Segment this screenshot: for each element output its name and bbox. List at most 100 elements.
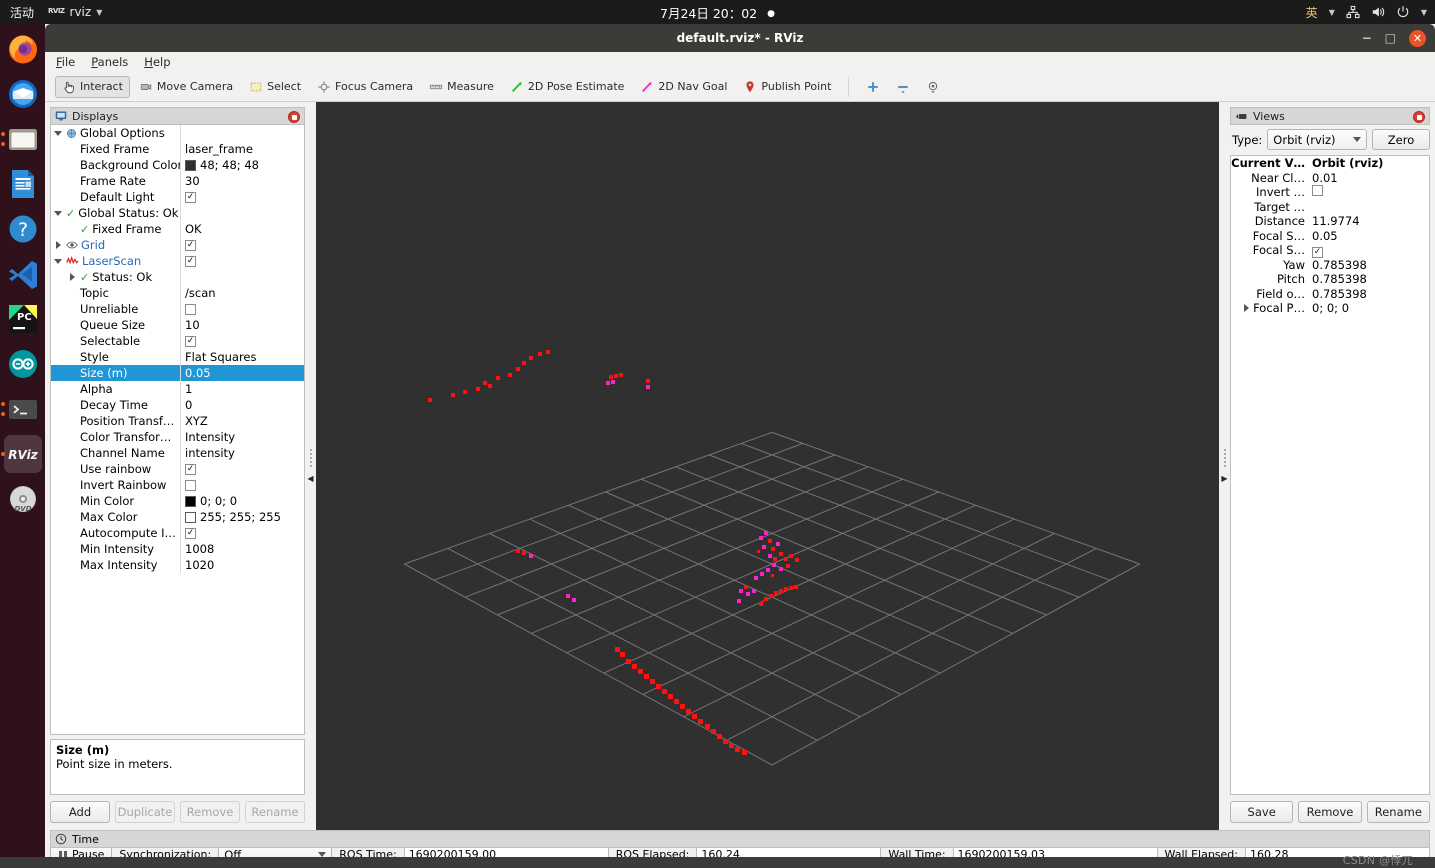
row-value-cell[interactable]: ✓ [181,464,304,475]
sync-select[interactable]: Off [218,848,332,857]
ros-time-field[interactable]: 1690200159.00 [404,848,609,857]
tool-2d-nav-goal[interactable]: 2D Nav Goal [633,76,734,98]
row-value-cell[interactable]: XYZ [181,414,304,428]
row-value-cell[interactable]: laser_frame [181,142,304,156]
ros-elapsed-field[interactable]: 160.24 [696,848,881,857]
minimize-button[interactable]: − [1362,32,1372,44]
displays-row-min-color[interactable]: Min Color0; 0; 0 [51,493,304,509]
displays-row-fixed-frame[interactable]: Fixed Framelaser_frame [51,141,304,157]
displays-row-alpha[interactable]: Alpha1 [51,381,304,397]
displays-row-use-rainbow[interactable]: Use rainbow✓ [51,461,304,477]
row-value-cell[interactable]: 0.01 [1309,171,1429,185]
displays-row-style[interactable]: StyleFlat Squares [51,349,304,365]
displays-row-global-options[interactable]: Global Options [51,125,304,141]
dock-item-firefox[interactable] [4,30,42,68]
row-value-cell[interactable]: 0 [181,398,304,412]
clock[interactable]: 7月24日 20：02 ● [0,3,1435,22]
displays-row-background-color[interactable]: Background Color48; 48; 48 [51,157,304,173]
row-value-cell[interactable]: /scan [181,286,304,300]
row-value-cell[interactable]: 0.05 [1309,229,1429,243]
row-value-cell[interactable]: 0; 0; 0 [181,494,304,508]
checkbox-checked[interactable]: ✓ [185,336,196,347]
displays-tree[interactable]: Global OptionsFixed Framelaser_frameBack… [50,125,305,735]
row-value-cell[interactable] [181,480,304,491]
row-value-cell[interactable]: 1 [181,382,304,396]
maximize-button[interactable]: □ [1385,32,1396,44]
menu-panels[interactable]: Panels [91,55,128,69]
displays-row-default-light[interactable]: Default Light✓ [51,189,304,205]
row-value-cell[interactable]: 0.785398 [1309,272,1429,286]
displays-row-frame-rate[interactable]: Frame Rate30 [51,173,304,189]
checkbox-unchecked[interactable] [1312,185,1323,196]
row-value-cell[interactable]: 1020 [181,558,304,572]
row-value-cell[interactable] [181,304,304,315]
row-value-cell[interactable]: ✓ [1309,243,1429,258]
tool-measure[interactable]: Measure [422,76,501,98]
displays-row-fixed-frame[interactable]: ✓Fixed FrameOK [51,221,304,237]
tool-move-camera[interactable]: Move Camera [132,76,240,98]
displays-row-invert-rainbow[interactable]: Invert Rainbow [51,477,304,493]
color-swatch[interactable] [185,160,196,171]
displays-row-selectable[interactable]: Selectable✓ [51,333,304,349]
views-row-target[interactable]: Target … [1231,200,1429,215]
checkbox-checked[interactable]: ✓ [185,192,196,203]
chevron-left-icon[interactable]: ◀ [307,475,313,483]
row-value-cell[interactable]: ✓ [181,528,304,539]
dock-item-dvd[interactable]: DVD [4,480,42,518]
row-value-cell[interactable]: Intensity [181,430,304,444]
views-row-yaw[interactable]: Yaw0.785398 [1231,258,1429,273]
displays-row-queue-size[interactable]: Queue Size10 [51,317,304,333]
views-row-invert[interactable]: Invert … [1231,185,1429,200]
menu-file[interactable]: File [56,55,75,69]
views-row-focal-p[interactable]: Focal P…0; 0; 0 [1231,301,1429,316]
views-row-focal-s[interactable]: Focal S…✓ [1231,243,1429,258]
color-swatch[interactable] [185,512,196,523]
row-value-cell[interactable]: 0; 0; 0 [1309,301,1429,315]
displays-row-channel-name[interactable]: Channel Nameintensity [51,445,304,461]
tool-interact[interactable]: Interact [55,76,130,98]
displays-row-global-status-ok[interactable]: ✓Global Status: Ok [51,205,304,221]
dock-item-files[interactable] [4,120,42,158]
dock-item-arduino[interactable] [4,345,42,383]
app-menu[interactable]: RVIZ rviz ▼ [48,5,102,19]
close-button[interactable]: ✕ [1409,30,1426,47]
views-row-current-v[interactable]: Current V…Orbit (rviz) [1231,156,1429,171]
displays-row-autocompute-i[interactable]: Autocompute I…✓ [51,525,304,541]
wall-time-field[interactable]: 1690200159.03 [953,848,1158,857]
dock-item-terminal[interactable] [4,390,42,428]
views-row-field-o[interactable]: Field o…0.785398 [1231,287,1429,302]
pause-button[interactable]: Pause [50,848,112,857]
checkbox-checked[interactable]: ✓ [185,528,196,539]
dock-item-help[interactable]: ? [4,210,42,248]
checkbox-checked[interactable]: ✓ [1312,247,1323,258]
save-view-button[interactable]: Save [1230,801,1293,823]
tool-select[interactable]: Select [242,76,308,98]
displays-row-grid[interactable]: Grid✓ [51,237,304,253]
checkbox-checked[interactable]: ✓ [185,256,196,267]
row-value-cell[interactable]: intensity [181,446,304,460]
displays-row-color-transfor[interactable]: Color Transfor…Intensity [51,429,304,445]
views-row-distance[interactable]: Distance11.9774 [1231,214,1429,229]
close-icon[interactable] [1413,111,1425,123]
row-value-cell[interactable]: ✓ [181,240,304,251]
tool-focus-camera[interactable]: Focus Camera [310,76,420,98]
displays-row-max-intensity[interactable]: Max Intensity1020 [51,557,304,573]
row-value-cell[interactable]: 48; 48; 48 [181,158,304,172]
checkbox-checked[interactable]: ✓ [185,464,196,475]
chevron-right-icon[interactable]: ▶ [1221,475,1227,483]
displays-row-topic[interactable]: Topic/scan [51,285,304,301]
system-tray[interactable]: 英 ▼ ▼ [1306,0,1427,24]
rename-view-button[interactable]: Rename [1367,801,1430,823]
tree-arrow-closed-icon[interactable] [1242,304,1251,313]
row-value-cell[interactable]: 0.05 [181,366,304,380]
displays-row-max-color[interactable]: Max Color255; 255; 255 [51,509,304,525]
remove-tool-button[interactable] [889,76,917,98]
dock-item-vscode[interactable] [4,255,42,293]
views-row-focal-s[interactable]: Focal S…0.05 [1231,229,1429,244]
row-value-cell[interactable]: Orbit (rviz) [1309,156,1429,170]
tool-properties-button[interactable] [919,76,947,98]
activities-button[interactable]: 活动 [0,4,48,21]
checkbox-unchecked[interactable] [185,480,196,491]
input-method-label[interactable]: 英 [1306,4,1318,21]
row-value-cell[interactable]: 30 [181,174,304,188]
